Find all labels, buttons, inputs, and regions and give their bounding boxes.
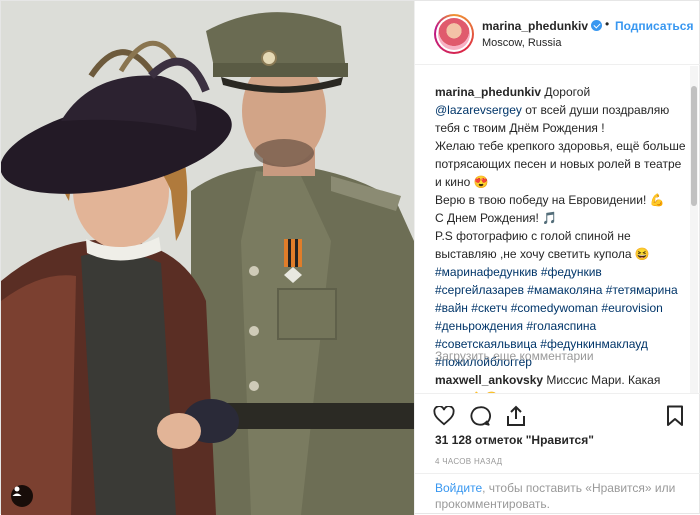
caption-line-3: Желаю тебе крепкого здоровья, ещё больше… xyxy=(435,139,686,189)
hashtag[interactable]: #тетямарина xyxy=(606,283,678,297)
caption-mention[interactable]: @lazarevsergey xyxy=(435,103,522,117)
hashtag[interactable]: #eurovision xyxy=(601,301,662,315)
bookmark-icon[interactable] xyxy=(662,403,688,429)
header-username-text[interactable]: marina_phedunkiv xyxy=(482,19,588,33)
hashtag[interactable]: #голаяспина xyxy=(526,319,596,333)
caption-username[interactable]: marina_phedunkiv xyxy=(435,85,541,99)
caption-line-4: Верю в твою победу на Евровидении! 💪 xyxy=(435,193,665,207)
caption-line-5: С Днем Рождения! 🎵 xyxy=(435,211,558,225)
location-link[interactable]: Moscow, Russia xyxy=(482,37,561,49)
avatar-image xyxy=(438,18,470,50)
login-prompt: Войдите, чтобы поставить «Нравится» или … xyxy=(415,473,700,515)
comments-list[interactable]: marina_phedunkiv Дорогой @lazarevsergey … xyxy=(415,66,700,393)
scrollbar-thumb[interactable] xyxy=(691,86,697,206)
hashtag[interactable]: #скетч xyxy=(471,301,507,315)
hashtag[interactable]: #маринафедункив xyxy=(435,265,538,279)
hashtag[interactable]: #comedywoman xyxy=(511,301,598,315)
comment-item: maxwell_ankovsky Миссис Мари. Какая чест… xyxy=(435,371,690,393)
post-actions-bar xyxy=(415,393,700,437)
caption-line-1: Дорогой xyxy=(544,85,591,99)
verified-badge-icon xyxy=(591,20,603,31)
post-header: marina_phedunkiv • Подписаться Moscow, R… xyxy=(415,1,700,65)
comment-username[interactable]: maxwell_ankovsky xyxy=(435,373,543,387)
share-icon[interactable] xyxy=(503,403,529,429)
hashtag[interactable]: #деньрождения xyxy=(435,319,523,333)
hashtag[interactable]: #сергейлазарев xyxy=(435,283,524,297)
hashtag[interactable]: #вайн xyxy=(435,301,468,315)
load-more-comments-button[interactable]: Загрузить еще комментарии xyxy=(435,349,594,363)
post-timestamp[interactable]: 4 часов назад xyxy=(435,457,502,466)
hashtag[interactable]: #федункив xyxy=(541,265,602,279)
user-tag-icon[interactable] xyxy=(11,485,33,507)
avatar-ring xyxy=(436,16,472,52)
likes-count[interactable]: 31 128 отметок "Нравится" xyxy=(435,433,594,447)
photo-illustration xyxy=(1,1,414,515)
post-frame: marina_phedunkiv • Подписаться Moscow, R… xyxy=(0,0,700,515)
caption-line-6: P.S фотографию с голой спиной не выставл… xyxy=(435,229,650,261)
like-heart-icon[interactable] xyxy=(431,403,457,429)
avatar[interactable] xyxy=(434,14,474,54)
header-username[interactable]: marina_phedunkiv xyxy=(482,19,603,33)
header-separator: • xyxy=(605,17,610,31)
comment-bubble-icon[interactable] xyxy=(467,403,493,429)
post-caption: marina_phedunkiv Дорогой @lazarevsergey … xyxy=(435,83,690,371)
post-photo[interactable] xyxy=(1,1,414,515)
login-link[interactable]: Войдите xyxy=(435,481,482,495)
follow-button[interactable]: Подписаться xyxy=(615,19,693,33)
hashtag[interactable]: #мамаколяна xyxy=(527,283,602,297)
post-side-panel: marina_phedunkiv • Подписаться Moscow, R… xyxy=(414,1,700,515)
